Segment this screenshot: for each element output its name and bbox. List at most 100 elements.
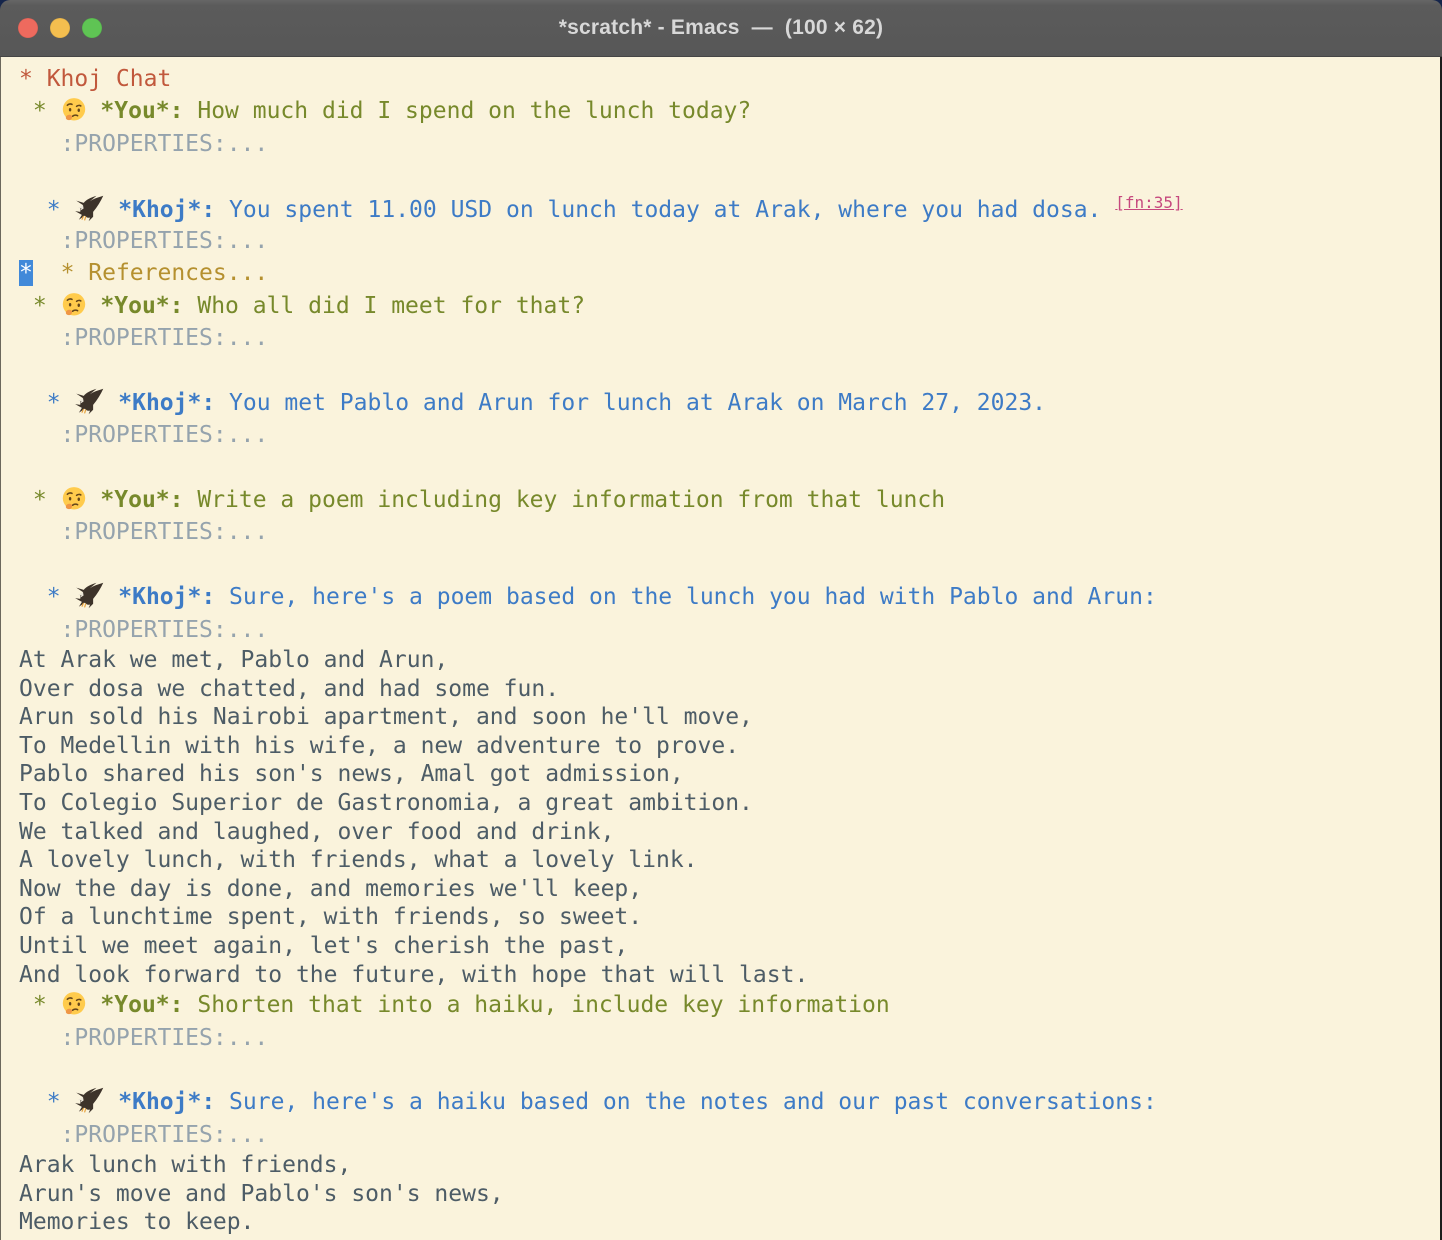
poem-line[interactable]: Of a lunchtime spent, with friends, so s… <box>19 903 1440 932</box>
blank-line[interactable] <box>19 355 1440 387</box>
poem-line[interactable]: We talked and laughed, over food and dri… <box>19 818 1440 847</box>
text-run: *Khoj*: <box>118 584 215 610</box>
properties-drawer[interactable]: :PROPERTIES:... <box>19 225 1440 257</box>
properties-drawer[interactable]: :PROPERTIES:... <box>19 1119 1440 1151</box>
traffic-lights <box>18 0 102 56</box>
poem-line[interactable]: To Medellin with his wife, a new adventu… <box>19 732 1440 761</box>
properties-drawer[interactable]: :PROPERTIES:... <box>19 322 1440 354</box>
window-title: *scratch* - Emacs — (100 × 62) <box>559 16 884 40</box>
text-run <box>104 1089 118 1115</box>
text-run: * <box>19 584 74 610</box>
cursor: * <box>19 260 33 286</box>
khoj-message[interactable]: * *Khoj*: You met Pablo and Arun for lun… <box>19 387 1440 419</box>
text-run: :PROPERTIES:... <box>19 1122 268 1148</box>
text-run: *You*: <box>100 992 183 1018</box>
text-run: Who all did I meet for that? <box>184 293 586 319</box>
haiku-line[interactable]: Arun's move and Pablo's son's news, <box>19 1180 1440 1209</box>
text-run: You spent 11.00 USD on lunch today at Ar… <box>215 197 1115 223</box>
buffer[interactable]: * Khoj Chat * *You*: How much did I spen… <box>0 57 1442 1240</box>
text-run: :PROPERTIES:... <box>19 519 268 545</box>
text-run: *You*: <box>100 98 183 124</box>
text-run: :PROPERTIES:... <box>19 1025 268 1051</box>
haiku-line[interactable]: Arak lunch with friends, <box>19 1151 1440 1180</box>
you-message[interactable]: * *You*: Shorten that into a haiku, incl… <box>19 989 1440 1021</box>
text-run <box>104 390 118 416</box>
footnote-link[interactable]: [fn:35] <box>1115 193 1182 212</box>
poem-line[interactable]: Now the day is done, and memories we'll … <box>19 875 1440 904</box>
text-run: :PROPERTIES:... <box>19 422 268 448</box>
thinking-face-emoji <box>61 989 87 1021</box>
text-run: Arak lunch with friends, <box>19 1152 351 1178</box>
properties-drawer[interactable]: :PROPERTIES:... <box>19 128 1440 160</box>
eagle-emoji <box>74 387 104 419</box>
poem-line[interactable]: Arun sold his Nairobi apartment, and soo… <box>19 703 1440 732</box>
haiku-line[interactable]: Memories to keep. <box>19 1208 1440 1237</box>
eagle-emoji <box>74 194 104 226</box>
properties-drawer[interactable]: :PROPERTIES:... <box>19 1022 1440 1054</box>
text-run: Shorten that into a haiku, include key i… <box>184 992 890 1018</box>
blank-line[interactable] <box>19 549 1440 581</box>
text-run: Sure, here's a poem based on the lunch y… <box>215 584 1157 610</box>
text-run: How much did I spend on the lunch today? <box>184 98 752 124</box>
text-run: :PROPERTIES:... <box>19 228 268 254</box>
text-run: * <box>19 98 61 124</box>
poem-line[interactable]: A lovely lunch, with friends, what a lov… <box>19 846 1440 875</box>
text-run: * <box>19 293 61 319</box>
you-message[interactable]: * *You*: Write a poem including key info… <box>19 484 1440 516</box>
poem-line[interactable]: To Colegio Superior de Gastronomia, a gr… <box>19 789 1440 818</box>
text-run: *Khoj*: <box>118 390 215 416</box>
text-run: Over dosa we chatted, and had some fun. <box>19 676 559 702</box>
text-run <box>87 487 101 513</box>
thinking-face-emoji <box>61 484 87 516</box>
text-run <box>104 584 118 610</box>
text-run: Now the day is done, and memories we'll … <box>19 876 642 902</box>
text-run: Pablo shared his son's news, Amal got ad… <box>19 761 684 787</box>
text-run: *Khoj*: <box>118 197 215 223</box>
text-run: To Colegio Superior de Gastronomia, a gr… <box>19 790 753 816</box>
poem-line[interactable]: Until we meet again, let's cherish the p… <box>19 932 1440 961</box>
you-message[interactable]: * *You*: Who all did I meet for that? <box>19 290 1440 322</box>
text-run: :PROPERTIES:... <box>19 131 268 157</box>
text-run: * <box>19 390 74 416</box>
close-button[interactable] <box>18 18 38 38</box>
blank-line[interactable] <box>19 160 1440 192</box>
properties-drawer[interactable]: :PROPERTIES:... <box>19 614 1440 646</box>
khoj-chat-heading[interactable]: * Khoj Chat <box>19 63 1440 95</box>
poem-line[interactable]: And look forward to the future, with hop… <box>19 961 1440 990</box>
text-run: * Khoj Chat <box>19 66 171 92</box>
references-heading[interactable]: * * References... <box>19 257 1440 289</box>
text-run: * <box>19 197 74 223</box>
khoj-message[interactable]: * *Khoj*: You spent 11.00 USD on lunch t… <box>19 193 1440 225</box>
text-run <box>87 98 101 124</box>
thinking-face-emoji <box>61 290 87 322</box>
text-run: Of a lunchtime spent, with friends, so s… <box>19 904 642 930</box>
properties-drawer[interactable]: :PROPERTIES:... <box>19 516 1440 548</box>
you-message[interactable]: * *You*: How much did I spend on the lun… <box>19 95 1440 127</box>
text-run: *You*: <box>100 487 183 513</box>
text-run: We talked and laughed, over food and dri… <box>19 819 614 845</box>
text-run: Until we meet again, let's cherish the p… <box>19 933 628 959</box>
titlebar[interactable]: *scratch* - Emacs — (100 × 62) <box>0 0 1442 57</box>
text-run: :PROPERTIES:... <box>19 617 268 643</box>
properties-drawer[interactable]: :PROPERTIES:... <box>19 419 1440 451</box>
text-run <box>87 293 101 319</box>
blank-line[interactable] <box>19 1054 1440 1086</box>
text-run: And look forward to the future, with hop… <box>19 962 808 988</box>
text-run: At Arak we met, Pablo and Arun, <box>19 647 448 673</box>
text-run: *You*: <box>100 293 183 319</box>
poem-line[interactable]: At Arak we met, Pablo and Arun, <box>19 646 1440 675</box>
text-run <box>87 992 101 1018</box>
text-run <box>33 260 61 286</box>
text-run: To Medellin with his wife, a new adventu… <box>19 733 739 759</box>
text-run: Sure, here's a haiku based on the notes … <box>215 1089 1157 1115</box>
khoj-message[interactable]: * *Khoj*: Sure, here's a haiku based on … <box>19 1086 1440 1118</box>
text-run: *Khoj*: <box>118 1089 215 1115</box>
text-run: :PROPERTIES:... <box>19 325 268 351</box>
zoom-button[interactable] <box>82 18 102 38</box>
poem-line[interactable]: Over dosa we chatted, and had some fun. <box>19 675 1440 704</box>
blank-line[interactable] <box>19 452 1440 484</box>
poem-line[interactable]: Pablo shared his son's news, Amal got ad… <box>19 760 1440 789</box>
minimize-button[interactable] <box>50 18 70 38</box>
khoj-message[interactable]: * *Khoj*: Sure, here's a poem based on t… <box>19 581 1440 613</box>
text-run: Write a poem including key information f… <box>184 487 946 513</box>
